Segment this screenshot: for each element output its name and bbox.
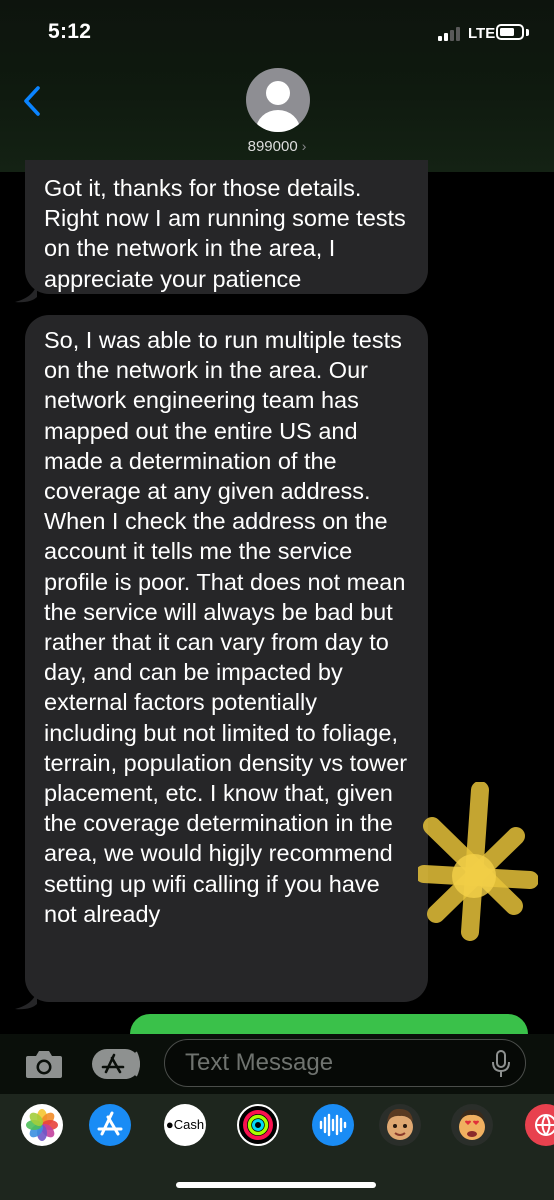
memoji-stickers-app-button[interactable]: [451, 1104, 493, 1146]
message-text: Got it, thanks for those details. Right …: [44, 175, 406, 292]
bubble-tail: [15, 990, 37, 1010]
activity-icon: [243, 1110, 273, 1140]
chevron-right-icon: ›: [301, 138, 307, 154]
app-store-app-button[interactable]: [89, 1104, 131, 1146]
network-type-label: LTE: [468, 25, 496, 42]
dictation-button[interactable]: [490, 1050, 512, 1078]
microphone-icon: [492, 1050, 510, 1077]
chevron-left-icon: [24, 86, 40, 116]
memoji-icon: [387, 1108, 413, 1140]
signal-strength-icon: [438, 27, 464, 41]
apple-cash-app-button[interactable]: ●Cash: [164, 1104, 206, 1146]
audio-message-icon: [319, 1113, 347, 1137]
photos-app-button[interactable]: [21, 1104, 63, 1146]
app-store-icon: [92, 1049, 140, 1079]
battery-icon: [496, 24, 524, 40]
highlighter-star-annotation: [418, 782, 538, 941]
status-time: 5:12: [48, 20, 92, 43]
app-store-icon: [97, 1111, 123, 1136]
apple-cash-label: Cash: [173, 1117, 205, 1132]
incoming-message-bubble[interactable]: Got it, thanks for those details. Right …: [25, 160, 428, 294]
camera-icon: [26, 1051, 62, 1078]
bubble-tail: [15, 283, 37, 303]
memoji-app-button[interactable]: [379, 1104, 421, 1146]
memoji-stickers-icon: [459, 1109, 485, 1140]
back-button[interactable]: [20, 84, 44, 118]
incoming-message-bubble[interactable]: So, I was able to run multiple tests on …: [25, 315, 428, 1002]
apple-cash-icon: ●Cash: [165, 1117, 205, 1132]
camera-button[interactable]: [24, 1048, 64, 1080]
photos-icon: [26, 1109, 58, 1141]
message-text-field[interactable]: [164, 1039, 526, 1087]
contact-avatar[interactable]: [246, 68, 310, 132]
apps-button[interactable]: [92, 1048, 142, 1080]
audio-message-app-button[interactable]: [312, 1104, 354, 1146]
home-indicator: [176, 1182, 376, 1188]
contact-name-button[interactable]: 899000 ›: [0, 138, 554, 155]
person-silhouette-icon: [256, 81, 300, 132]
battery-nub: [526, 29, 529, 36]
message-text: So, I was able to run multiple tests on …: [44, 327, 408, 927]
activity-app-button[interactable]: [237, 1104, 279, 1146]
contact-name: 899000: [247, 138, 298, 155]
